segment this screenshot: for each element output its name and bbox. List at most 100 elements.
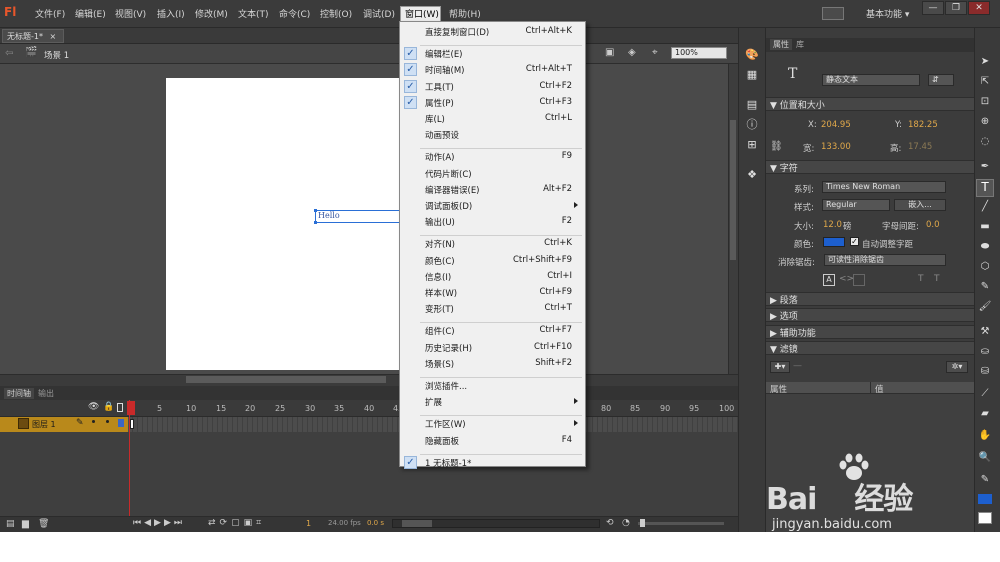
- info-icon[interactable]: ⓘ: [745, 118, 759, 132]
- eyedropper-tool-icon[interactable]: ⟋: [978, 388, 992, 402]
- window-menu-item[interactable]: 动画预设: [425, 129, 459, 141]
- outline-icon[interactable]: [117, 403, 123, 412]
- color-palette-icon[interactable]: 🎨: [745, 48, 759, 62]
- pen-tool-icon[interactable]: ✒: [978, 161, 992, 175]
- outline-color-icon[interactable]: [118, 419, 124, 427]
- swatches-icon[interactable]: ▦: [745, 68, 759, 82]
- menu-item[interactable]: 文件(F): [35, 7, 65, 20]
- menu-item[interactable]: 修改(M): [195, 7, 228, 20]
- transform-icon[interactable]: ⊞: [745, 138, 759, 152]
- delete-layer-icon[interactable]: 🗑: [38, 519, 49, 529]
- auto-kern-checkbox[interactable]: ✓: [850, 237, 859, 246]
- window-menu-item[interactable]: 时间轴(M): [425, 64, 464, 76]
- tab-output[interactable]: 输出: [38, 388, 54, 399]
- menu-item[interactable]: 文本(T): [238, 7, 269, 20]
- close-window-button[interactable]: ✕: [968, 1, 990, 15]
- x-value[interactable]: 204.95: [821, 120, 851, 130]
- 3d-rotation-tool-icon[interactable]: ⊕: [978, 116, 992, 130]
- timeline-hscroll-thumb[interactable]: [402, 520, 432, 527]
- menu-item[interactable]: 控制(O): [320, 7, 352, 20]
- zoom-select[interactable]: 100%: [671, 47, 727, 59]
- stroke-color-icon[interactable]: ✎: [978, 474, 992, 488]
- window-menu-item[interactable]: 变形(T): [425, 303, 454, 315]
- frame-rate[interactable]: 24.00 fps: [328, 519, 361, 527]
- eraser-tool-icon[interactable]: ▰: [978, 408, 992, 422]
- width-value[interactable]: 133.00: [821, 142, 851, 152]
- window-menu-item[interactable]: 属性(P): [425, 97, 454, 109]
- back-arrow-icon[interactable]: ⇦: [5, 48, 13, 59]
- lock-icon[interactable]: 🔒: [103, 402, 114, 412]
- onion-skin-controls[interactable]: ⇄⟳▢▣⌗: [208, 518, 265, 528]
- brush-tool-icon[interactable]: 🖌: [978, 301, 992, 315]
- pencil-tool-icon[interactable]: ✎: [978, 281, 992, 295]
- paint-bucket-tool-icon[interactable]: ⛀: [978, 346, 992, 360]
- letter-spacing-value[interactable]: 0.0: [926, 220, 940, 230]
- new-layer-icon[interactable]: ▤: [6, 519, 15, 529]
- elapsed-time[interactable]: 0.0 s: [367, 519, 384, 527]
- playhead[interactable]: [127, 401, 135, 415]
- window-menu-item[interactable]: 调试面板(D): [425, 200, 472, 212]
- lock-dot-icon[interactable]: [106, 420, 109, 423]
- window-menu-item[interactable]: 代码片断(C): [425, 168, 472, 180]
- components-icon[interactable]: ❖: [745, 168, 759, 182]
- link-proportions-icon[interactable]: ⛓: [770, 141, 783, 152]
- ink-bottle-tool-icon[interactable]: ⛁: [978, 366, 992, 380]
- text-orientation-select[interactable]: ⇵: [928, 74, 954, 86]
- stage[interactable]: [166, 78, 406, 370]
- polystar-tool-icon[interactable]: ⬡: [978, 261, 992, 275]
- restore-button[interactable]: ❐: [945, 1, 967, 15]
- text-color-swatch[interactable]: [823, 237, 845, 247]
- filter-options-button[interactable]: ✲▾: [946, 361, 968, 373]
- border-text-icon[interactable]: [853, 274, 865, 286]
- no-color-swatch[interactable]: [978, 512, 992, 524]
- stage-vscroll-thumb[interactable]: [730, 120, 736, 260]
- window-menu-item[interactable]: 历史记录(H): [425, 342, 472, 354]
- zoom-out-timeline-icon[interactable]: ◔: [622, 518, 630, 528]
- window-menu-item[interactable]: 隐藏面板: [425, 435, 459, 447]
- selectable-text-icon[interactable]: A: [823, 274, 835, 286]
- font-family-select[interactable]: Times New Roman: [822, 181, 946, 193]
- add-filter-button[interactable]: ✚▾: [770, 361, 790, 373]
- menu-window[interactable]: 窗口(W): [405, 7, 439, 20]
- anti-alias-select[interactable]: 可读性消除锯齿: [824, 254, 946, 266]
- window-menu-item[interactable]: 输出(U): [425, 216, 455, 228]
- menu-item[interactable]: 编辑(E): [75, 7, 106, 20]
- window-menu-item[interactable]: 直接复制窗口(D): [425, 26, 489, 38]
- window-menu-item[interactable]: 编译器错误(E): [425, 184, 480, 196]
- menu-item[interactable]: 调试(D): [363, 7, 395, 20]
- window-menu-item[interactable]: 扩展: [425, 396, 442, 408]
- window-menu-item[interactable]: 场景(S): [425, 358, 454, 370]
- selection-tool-icon[interactable]: ➤: [978, 56, 992, 70]
- window-menu-item[interactable]: 库(L): [425, 113, 445, 125]
- selection-handle[interactable]: [314, 209, 317, 212]
- rectangle-tool-icon[interactable]: ▬: [978, 221, 992, 235]
- window-menu-item[interactable]: 颜色(C): [425, 255, 455, 267]
- fill-color-swatch[interactable]: [978, 494, 992, 504]
- render-html-icon[interactable]: <>: [839, 274, 854, 284]
- visible-dot-icon[interactable]: [92, 420, 95, 423]
- window-menu-item[interactable]: 信息(I): [425, 271, 451, 283]
- subselection-tool-icon[interactable]: ⇱: [978, 76, 992, 90]
- menu-item[interactable]: 插入(I): [157, 7, 185, 20]
- line-tool-icon[interactable]: ╱: [978, 201, 992, 215]
- tab-library[interactable]: 库: [796, 39, 804, 50]
- text-tool-active-icon[interactable]: T: [976, 179, 994, 197]
- font-size-value[interactable]: 12.0: [823, 220, 842, 230]
- window-menu-item[interactable]: 样本(W): [425, 287, 457, 299]
- embed-button[interactable]: 嵌入...: [894, 199, 946, 211]
- menu-item[interactable]: 帮助(H): [449, 7, 481, 20]
- stage-hscroll-thumb[interactable]: [186, 376, 386, 383]
- window-menu-item[interactable]: 1 无标题-1*: [425, 457, 471, 469]
- zoom-tool-icon[interactable]: 🔍: [978, 452, 992, 466]
- show-hide-icon[interactable]: 👁: [88, 402, 99, 412]
- free-transform-tool-icon[interactable]: ⊡: [978, 96, 992, 110]
- workspace-switcher[interactable]: 基本功能 ▾: [866, 7, 909, 20]
- window-menu-item[interactable]: 编辑栏(E): [425, 48, 463, 60]
- layer-name[interactable]: 图层 1: [32, 419, 56, 430]
- window-menu-item[interactable]: 动作(A): [425, 151, 454, 163]
- minimize-button[interactable]: —: [922, 1, 944, 15]
- window-menu-item[interactable]: 工作区(W): [425, 418, 466, 430]
- subscript-icon[interactable]: T: [934, 274, 940, 284]
- align-icon[interactable]: ▤: [745, 98, 759, 112]
- selection-handle[interactable]: [314, 221, 317, 224]
